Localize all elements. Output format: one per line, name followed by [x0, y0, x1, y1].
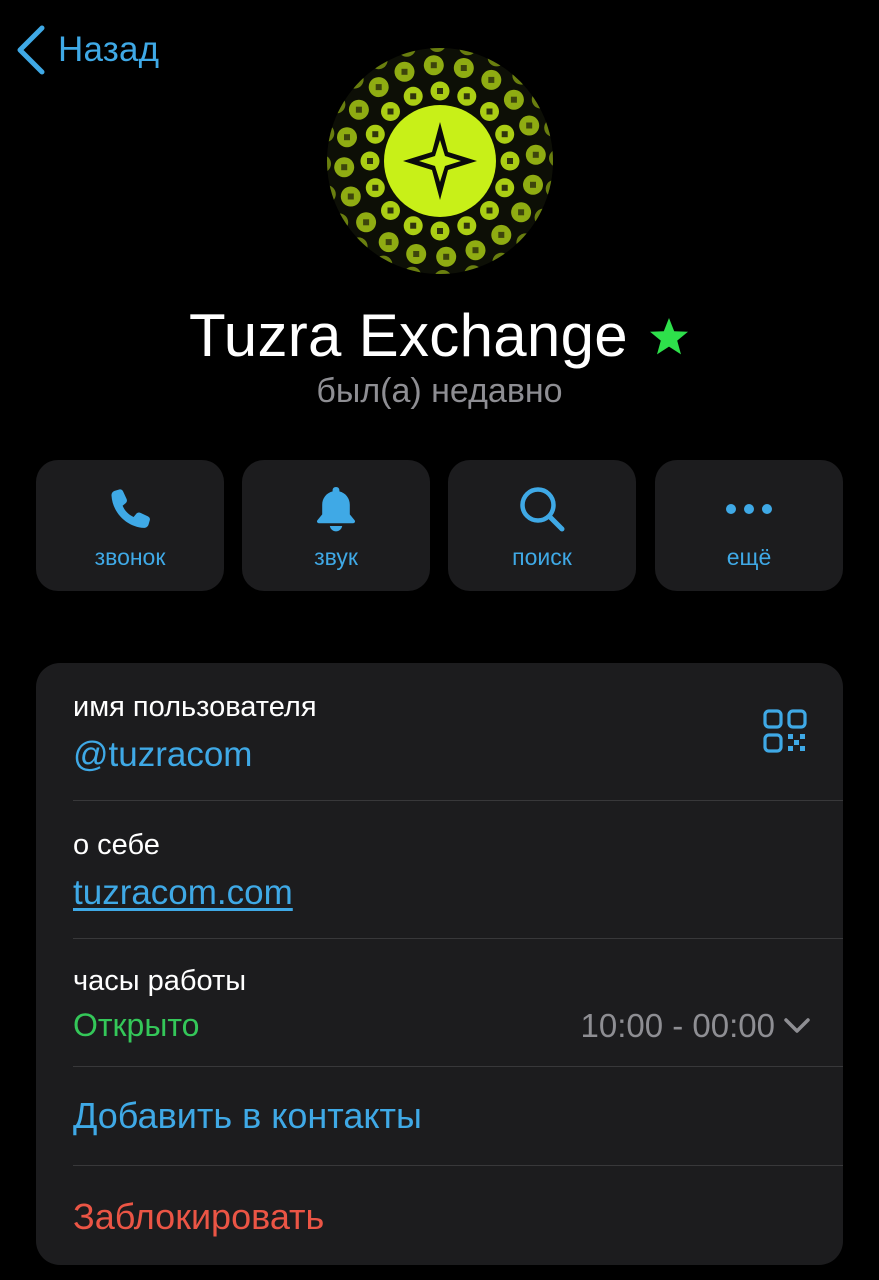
hours-status: Открыто — [73, 1007, 200, 1043]
qr-code-icon[interactable] — [763, 709, 807, 753]
more-button[interactable]: ещё — [655, 460, 843, 591]
info-card: имя пользователя @tuzracom о себе tuzrac… — [36, 663, 843, 1265]
call-button[interactable]: звонок — [36, 460, 224, 591]
chevron-left-icon — [17, 25, 45, 75]
bell-icon — [316, 487, 356, 532]
back-label: Назад — [58, 30, 160, 69]
profile-status: был(а) недавно — [316, 372, 563, 410]
avatar-image — [327, 48, 553, 274]
profile-name: Tuzra Exchange — [189, 301, 628, 369]
block-button[interactable]: Заблокировать — [36, 1166, 843, 1265]
block-label: Заблокировать — [73, 1196, 325, 1237]
search-icon — [520, 487, 565, 532]
add-contact-label: Добавить в контакты — [73, 1095, 422, 1136]
phone-icon — [111, 489, 150, 528]
action-buttons: звонок звук поиск ещё — [36, 460, 843, 591]
search-label: поиск — [512, 544, 572, 570]
hours-label: часы работы — [73, 965, 247, 997]
back-button[interactable]: Назад — [16, 24, 159, 76]
sound-button[interactable]: звук — [242, 460, 430, 591]
call-label: звонок — [94, 544, 166, 570]
username-label: имя пользователя — [73, 691, 317, 723]
star-icon[interactable] — [648, 316, 690, 358]
about-row: о себе tuzracom.com — [36, 801, 843, 938]
hours-row[interactable]: часы работы Открыто 10:00 - 00:00 — [36, 939, 843, 1066]
avatar[interactable] — [327, 48, 553, 274]
chevron-down-icon[interactable] — [783, 1017, 811, 1035]
sound-label: звук — [314, 544, 358, 570]
hours-value: 10:00 - 00:00 — [580, 1007, 776, 1044]
profile-name-row: Tuzra Exchange — [0, 296, 879, 374]
username-row[interactable]: имя пользователя @tuzracom — [36, 663, 843, 800]
add-contact-button[interactable]: Добавить в контакты — [36, 1067, 843, 1165]
search-button[interactable]: поиск — [448, 460, 636, 591]
about-label: о себе — [73, 829, 160, 861]
more-icon — [726, 504, 772, 514]
about-link[interactable]: tuzracom.com — [73, 873, 293, 913]
more-label: ещё — [726, 544, 772, 570]
username-value[interactable]: @tuzracom — [73, 735, 252, 775]
